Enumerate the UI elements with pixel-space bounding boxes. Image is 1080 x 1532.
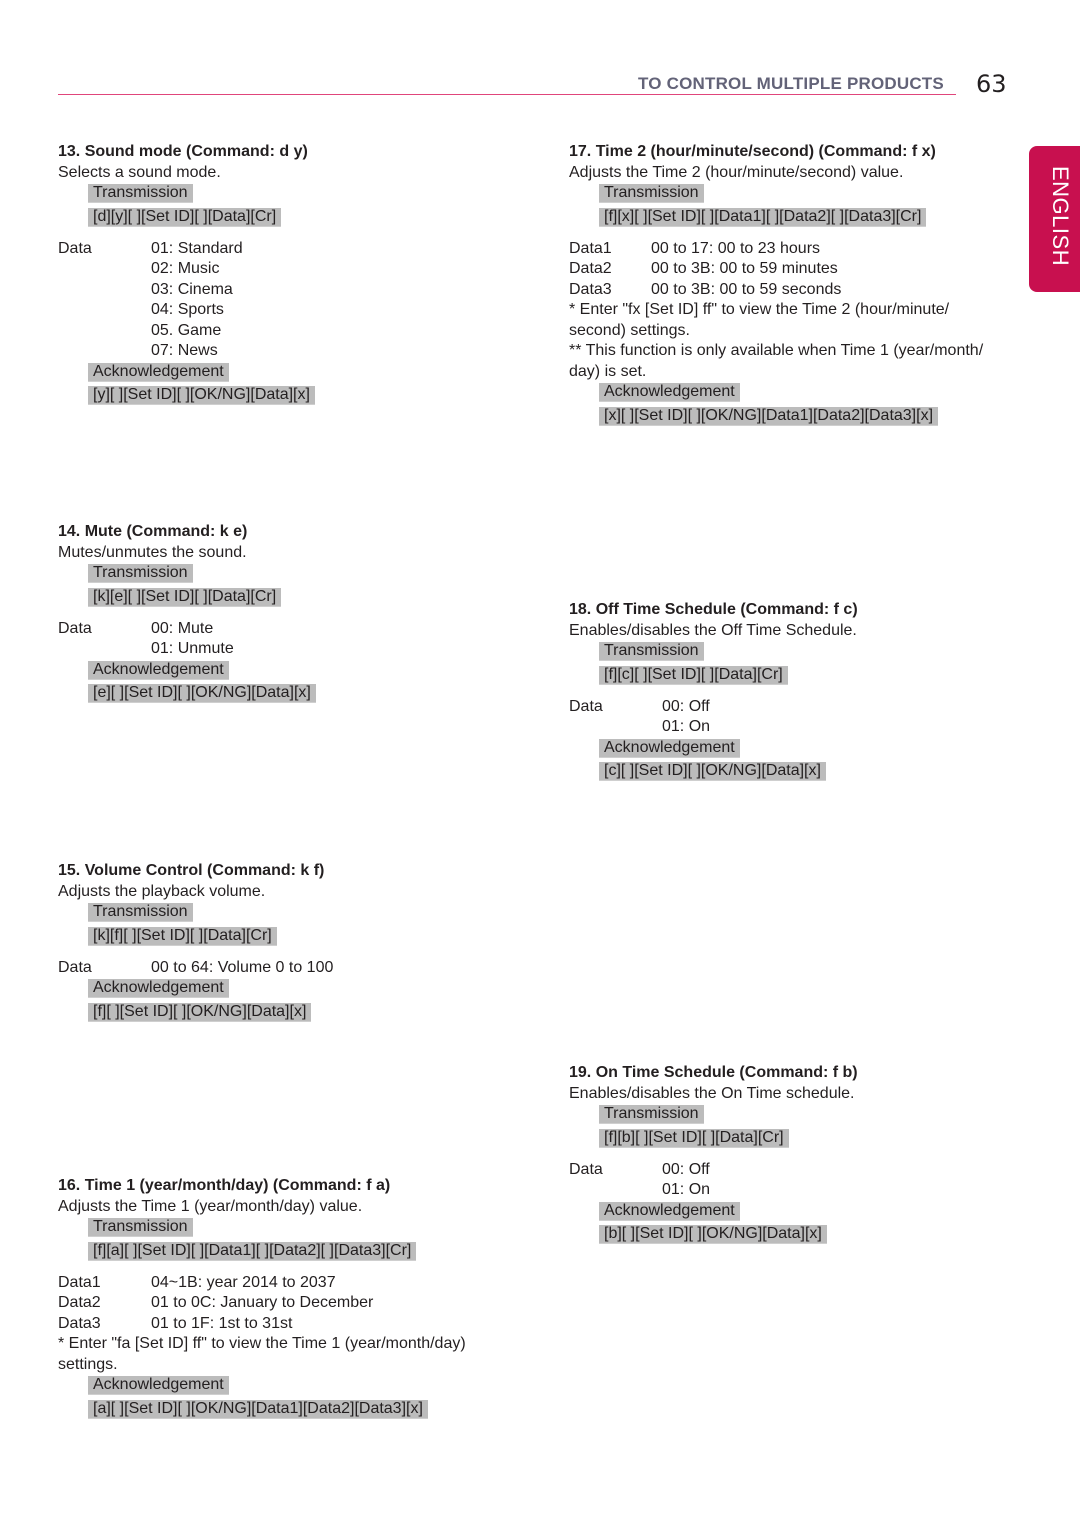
data-row: Data1 04~1B: year 2014 to 2037 — [58, 1273, 336, 1291]
footnote: ** This function is only available when … — [569, 342, 984, 380]
transmission-code: [k][e][ ][Set ID][ ][Data][Cr] — [88, 587, 282, 607]
data-table: Data 00 to 64: Volume 0 to 100 — [58, 958, 518, 979]
data-row: 03: Cinema — [151, 280, 233, 298]
section-description: Adjusts the Time 2 (hour/minute/second) … — [569, 163, 904, 181]
transmission-code: [f][a][ ][Set ID][ ][Data1][ ][Data2][ ]… — [88, 1241, 417, 1261]
acknowledgement-code: [b][ ][Set ID][ ][OK/NG][Data][x] — [599, 1225, 827, 1244]
acknowledgement-label: Acknowledgement — [88, 362, 229, 382]
transmission-label: Transmission — [88, 564, 193, 583]
transmission-code: [f][x][ ][Set ID][ ][Data1][ ][Data2][ ]… — [599, 207, 927, 227]
section-title: 17. Time 2 (hour/minute/second) (Command… — [569, 143, 936, 160]
data-row: 02: Music — [151, 260, 220, 277]
transmission-code: [d][y][ ][Set ID][ ][Data][Cr] — [88, 207, 282, 227]
section-mute: 14. Mute (Command: k e) Mutes/unmutes th… — [58, 522, 518, 707]
data-row: Data1 00 to 17: 00 to 23 hours — [569, 239, 821, 257]
data-row: Data2 00 to 3B: 00 to 59 minutes — [569, 260, 838, 277]
footnote: * Enter "fx [Set ID] ff" to view the Tim… — [569, 301, 950, 339]
section-description: Mutes/unmutes the sound. — [58, 543, 247, 561]
data-row: 05. Game — [151, 321, 222, 339]
transmission-label: Transmission — [599, 642, 704, 661]
data-table: Data 00: Mute 01: Unmute — [58, 619, 518, 660]
data-row: Data 01: Standard — [58, 239, 243, 257]
section-sound-mode: 13. Sound mode (Command: d y) Selects a … — [58, 142, 518, 409]
section-title: 19. On Time Schedule (Command: f b) — [569, 1064, 858, 1081]
data-row: Data2 01 to 0C: January to December — [58, 1294, 374, 1311]
acknowledgement-code: [x][ ][Set ID][ ][OK/NG][Data1][Data2][D… — [599, 406, 939, 426]
data-table: Data 00: Off 01: On — [569, 697, 1009, 738]
footnote: * Enter "fa [Set ID] ff" to view the Tim… — [58, 1335, 466, 1373]
transmission-code: [f][b][ ][Set ID][ ][Data][Cr] — [599, 1128, 789, 1148]
data-row: Data3 00 to 3B: 00 to 59 seconds — [569, 280, 842, 298]
transmission-code: [k][f][ ][Set ID][ ][Data][Cr] — [88, 926, 277, 946]
data-table: Data1 00 to 17: 00 to 23 hours Data2 00 to… — [569, 239, 1009, 301]
section-description: Enables/disables the On Time schedule. — [569, 1084, 855, 1102]
section-title: 15. Volume Control (Command: k f) — [58, 862, 325, 879]
acknowledgement-label: Acknowledgement — [88, 979, 229, 998]
transmission-label: Transmission — [599, 184, 704, 203]
acknowledgement-code: [f][ ][Set ID][ ][OK/NG][Data][x] — [88, 1002, 312, 1022]
section-title: 13. Sound mode (Command: d y) — [58, 143, 308, 160]
acknowledgement-code: [a][ ][Set ID][ ][OK/NG][Data1][Data2][D… — [88, 1399, 428, 1419]
transmission-code: [f][c][ ][Set ID][ ][Data][Cr] — [599, 665, 788, 685]
section-off-time-schedule: 18. Off Time Schedule (Command: f c) Ena… — [569, 600, 1009, 785]
transmission-label: Transmission — [88, 903, 193, 922]
page-number: 63 — [976, 70, 1007, 98]
data-row: 04: Sports — [151, 301, 224, 318]
language-tab: ENGLISH — [1029, 146, 1080, 292]
chapter-title: TO CONTROL MULTIPLE PRODUCTS — [638, 74, 944, 93]
data-row: Data 00: Mute — [58, 619, 214, 637]
data-row: Data 00 to 64: Volume 0 to 100 — [58, 958, 334, 976]
acknowledgement-code: [c][ ][Set ID][ ][OK/NG][Data][x] — [599, 762, 826, 781]
data-table: Data 00: Off 01: On — [569, 1160, 1009, 1201]
section-description: Adjusts the Time 1 (year/month/day) valu… — [58, 1197, 363, 1215]
data-row: Data 00: Off — [569, 697, 710, 715]
section-title: 16. Time 1 (year/month/day) (Command: f … — [58, 1177, 391, 1194]
section-time-2: 17. Time 2 (hour/minute/second) (Command… — [569, 142, 1009, 430]
acknowledgement-label: Acknowledgement — [599, 738, 740, 758]
acknowledgement-label: Acknowledgement — [599, 383, 740, 402]
data-row: 07: News — [151, 342, 218, 359]
section-title: 14. Mute (Command: k e) — [58, 523, 248, 540]
acknowledgement-label: Acknowledgement — [599, 1201, 740, 1221]
acknowledgement-label: Acknowledgement — [88, 1376, 229, 1395]
section-time-1: 16. Time 1 (year/month/day) (Command: f … — [58, 1176, 498, 1423]
acknowledgement-label: Acknowledgement — [88, 660, 229, 680]
section-volume-control: 15. Volume Control (Command: k f) Adjust… — [58, 861, 518, 1026]
transmission-label: Transmission — [88, 1218, 193, 1237]
data-row: 01: On — [662, 1181, 711, 1198]
data-table: Data1 04~1B: year 2014 to 2037 Data2 01 to… — [58, 1273, 498, 1335]
acknowledgement-code: [y][ ][Set ID][ ][OK/NG][Data][x] — [88, 386, 315, 405]
transmission-label: Transmission — [88, 184, 193, 203]
data-table: Data 01: Standard 02: Music 03: Cinema 04… — [58, 239, 518, 362]
section-on-time-schedule: 19. On Time Schedule (Command: f b) Enab… — [569, 1063, 1009, 1248]
acknowledgement-code: [e][ ][Set ID][ ][OK/NG][Data][x] — [88, 684, 316, 703]
section-description: Selects a sound mode. — [58, 163, 221, 181]
section-description: Enables/disables the Off Time Schedule. — [569, 621, 857, 639]
data-row: 01: Unmute — [151, 640, 234, 657]
transmission-label: Transmission — [599, 1105, 704, 1124]
data-row: Data 00: Off — [569, 1160, 710, 1178]
section-title: 18. Off Time Schedule (Command: f c) — [569, 601, 858, 618]
header-divider — [58, 94, 956, 95]
data-row: 01: On — [662, 718, 711, 735]
data-row: Data3 01 to 1F: 1st to 31st — [58, 1314, 293, 1332]
section-description: Adjusts the playback volume. — [58, 882, 266, 900]
language-tab-label: ENGLISH — [1048, 166, 1073, 267]
